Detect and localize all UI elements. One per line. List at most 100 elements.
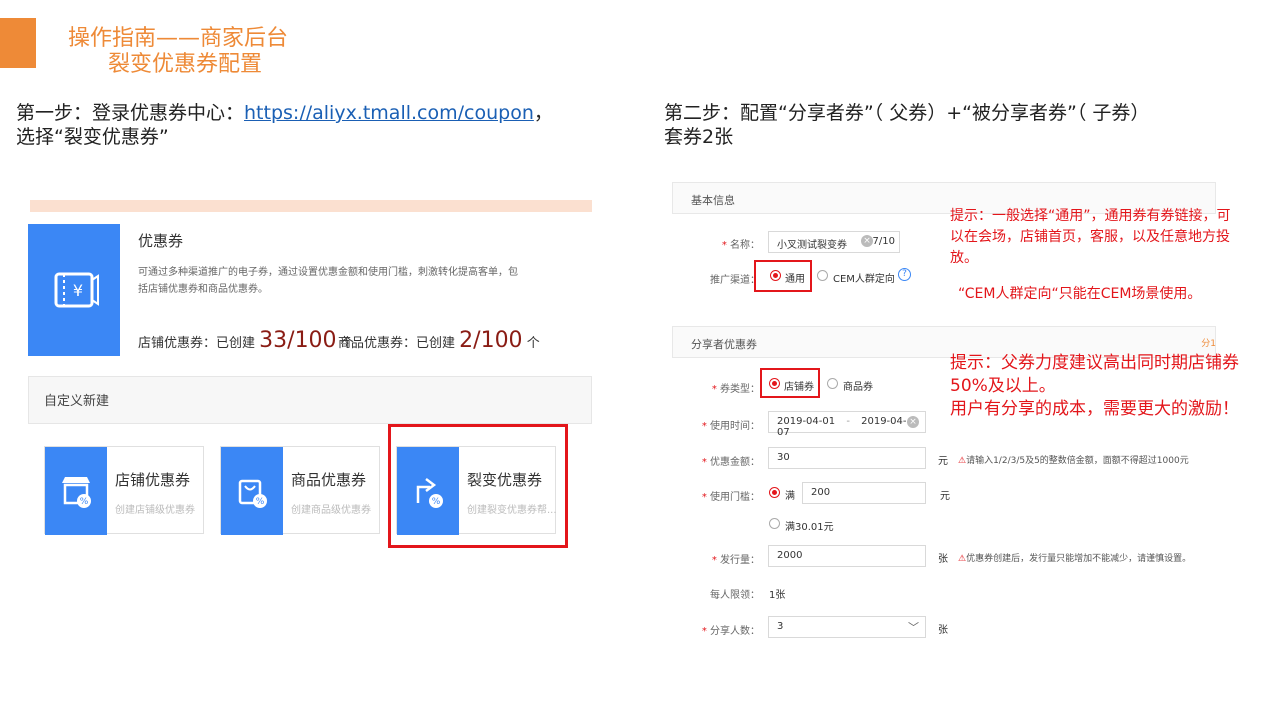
step1-line2: 选择“裂变优惠券” [16,126,169,148]
name-label-text: 名称： [730,240,760,251]
name-label: * 名称： [721,240,760,251]
step2-line1: 第二步：配置“分享者券”（ 父券）+“被分享者券”（ 子券） [664,102,1150,124]
threshold-unit: 元 [940,491,950,502]
tip2-line2: 用户有分享的成本，需要更大的激励！ [950,399,1239,419]
share-count-select[interactable]: 3 ﹀ [768,616,926,638]
threshold-input[interactable]: 200 [802,482,926,504]
amount-unit: 元 [938,456,948,467]
type-label-text: 券类型： [720,384,760,395]
issue-unit: 张 [938,554,948,565]
threshold-alt-radio[interactable] [769,518,780,529]
step1-prefix: 第一步：登录优惠券中心： [16,102,245,124]
item-count-value: 2/100 [459,328,523,353]
coupon-title: 优惠券 [138,232,184,250]
share-count-unit: 张 [938,625,948,636]
amount-value: 30 [777,452,790,463]
time-label: * 使用时间： [701,421,760,432]
svg-text:¥: ¥ [73,281,83,300]
type-label: * 券类型： [711,384,760,395]
item-count-label: 商品优惠券：已创建 [338,336,456,351]
amount-hint-text: 请输入1/2/3/5及5的整数倍金额，面额不得超过1000元 [966,456,1189,466]
issue-value: 2000 [777,550,803,561]
coupon-link[interactable]: https://aliyx.tmall.com/coupon [244,102,534,124]
warning-icon: ⚠ [958,456,967,466]
time-label-text: 使用时间： [710,421,760,432]
type-shop-radio[interactable] [769,378,780,389]
card-subtitle: 创建商品级优惠券 [291,505,371,516]
issue-label: * 发行量： [711,555,760,566]
clear-icon[interactable]: × [861,235,873,247]
channel-cem-label: CEM人群定向 [833,274,895,285]
issue-hint: ⚠优惠券创建后，发行量只能增加不能减少，请谨慎设置。 [958,551,1191,564]
card-subtitle: 创建店铺级优惠券 [115,505,195,516]
threshold-label: * 使用门槛： [701,492,760,503]
tip2-line1: 提示：父券力度建议高出同时期店铺券50%及以上。 [950,353,1239,396]
item-coupon-card[interactable]: % 商品优惠券 创建商品级优惠券 [220,446,380,535]
channel-general-radio[interactable] [770,270,781,281]
bag-percent-icon: % [221,447,283,535]
name-input[interactable]: 小叉测试裂变券 × 7/10 [768,231,900,253]
type-item-label: 商品券 [843,382,873,393]
title-line2: 裂变优惠券配置 [108,52,263,77]
svg-text:%: % [80,497,89,507]
coupon-logo-block: ¥ [28,224,120,356]
step2-text: 第二步：配置“分享者券”（ 父券）+“被分享者券”（ 子券） 套券2张 [664,101,1264,149]
name-counter: 7/10 [872,236,895,247]
step1-suffix: ， [533,102,553,124]
threshold-label-text: 使用门槛： [710,492,760,503]
shop-count-label: 店铺优惠券：已创建 [138,336,256,351]
threshold-full-radio[interactable] [769,487,780,498]
coupon-center-screenshot: ¥ 优惠券 可通过多种渠道推广的电子券，通过设置优惠金额和使用门槛，刺激转化提高… [18,200,592,580]
warning-icon: ⚠ [958,554,967,564]
chevron-down-icon: ﹀ [908,621,919,634]
slide: 操作指南——商家后台 裂变优惠券配置 第一步：登录优惠券中心：https://a… [0,0,1280,720]
time-range-input[interactable]: 2019-04-01 - 2019-04-07 × [768,411,926,438]
time-separator: - [846,416,850,427]
share-count-value: 3 [777,621,784,632]
item-count-unit: 个 [526,336,540,351]
accent-bar [0,18,36,68]
tip-parent-coupon: 提示：父券力度建议高出同时期店铺券50%及以上。 用户有分享的成本，需要更大的激… [950,352,1240,421]
ticket-yen-icon: ¥ [54,272,99,308]
issue-hint-text: 优惠券创建后，发行量只能增加不能减少，请谨慎设置。 [966,554,1192,564]
threshold-full-label: 满 [785,491,795,502]
share-count-label-text: 分享人数： [710,626,760,637]
shop-coupon-count: 店铺优惠券：已创建 33/100 个 [138,328,354,353]
type-item-radio[interactable] [827,378,838,389]
amount-label-text: 优惠金额： [710,457,760,468]
step1-text: 第一步：登录优惠券中心：https://aliyx.tmall.com/coup… [16,101,616,149]
channel-label: 推广渠道： [710,275,760,286]
shop-coupon-card[interactable]: % 店铺优惠券 创建店铺级优惠券 [44,446,204,535]
card-name: 店铺优惠券 [115,471,191,489]
amount-input[interactable]: 30 [768,447,926,469]
help-icon[interactable]: ? [898,268,911,281]
share-count-label: * 分享人数： [701,626,760,637]
highlight-frame [388,424,568,548]
tip-general: 提示：一般选择“通用”，通用券有券链接，可以在会场，店铺首页，客服，以及任意地方… [950,208,1231,266]
limit-value: 1张 [769,590,786,601]
type-shop-label: 店铺券 [784,382,814,393]
store-percent-icon: % [45,447,107,535]
channel-general-label: 通用 [785,274,805,285]
clear-icon[interactable]: × [907,416,919,428]
custom-create-label: 自定义新建 [44,394,110,409]
amount-label: * 优惠金额： [701,457,760,468]
amount-hint: ⚠请输入1/2/3/5及5的整数倍金额，面额不得超过1000元 [958,453,1189,466]
coupon-description: 可通过多种渠道推广的电子券，通过设置优惠金额和使用门槛，刺激转化提高客单，包括店… [138,267,518,295]
threshold-value: 200 [811,487,831,498]
item-coupon-count: 商品优惠券：已创建 2/100 个 [338,328,540,353]
issue-label-text: 发行量： [720,555,760,566]
channel-cem-radio[interactable] [817,270,828,281]
shop-count-value: 33/100 [259,328,337,353]
name-value: 小叉测试裂变券 [777,240,847,251]
corner-text: 分1 [1201,339,1216,349]
step2-line2: 套券2张 [664,126,734,148]
threshold-alt-label: 满30.01元 [785,522,834,533]
limit-label: 每人限领： [710,590,760,601]
time-start: 2019-04-01 [777,416,836,427]
svg-text:%: % [256,497,265,507]
tip-cem: “CEM人群定向“只能在CEM场景使用。 [958,286,1202,302]
custom-create-bar [28,376,592,424]
issue-input[interactable]: 2000 [768,545,926,567]
card-name: 商品优惠券 [291,471,367,489]
